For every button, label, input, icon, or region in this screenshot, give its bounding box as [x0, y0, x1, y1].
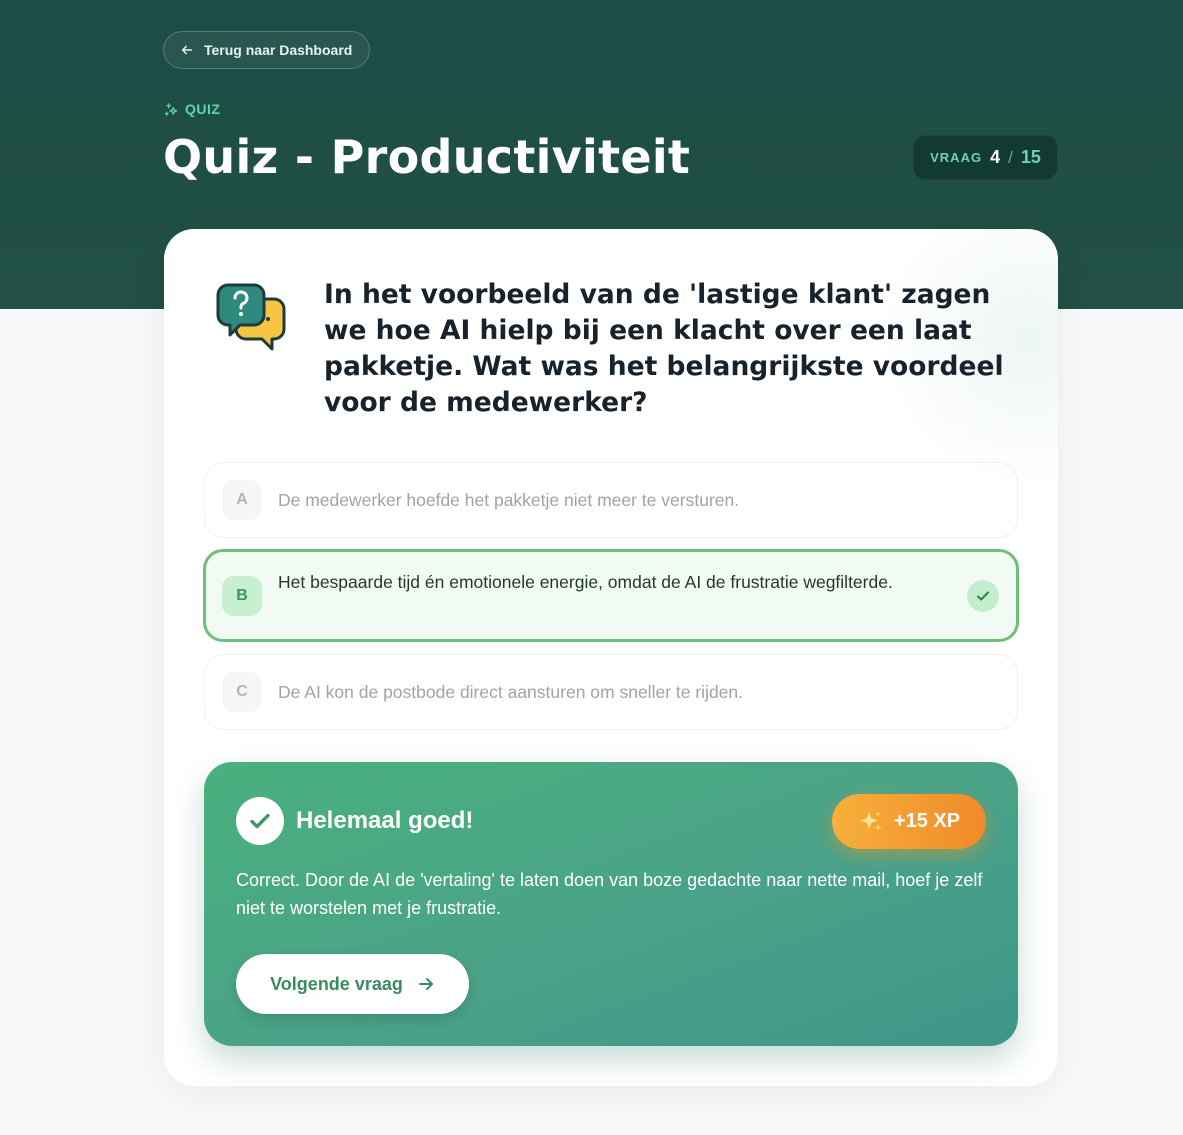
sparkle-icon [860, 811, 882, 831]
option-letter: B [222, 575, 262, 616]
xp-label: +15 XP [893, 810, 961, 832]
chat-question-icon [216, 283, 286, 351]
back-button-label: Terug naar Dashboard [204, 42, 353, 58]
back-to-dashboard-button[interactable]: Terug naar Dashboard [163, 31, 370, 69]
page-title: Quiz - Productiviteit [163, 130, 691, 184]
counter-current: 4 [990, 147, 1001, 167]
counter-separator: / [1008, 147, 1013, 167]
check-icon [250, 813, 270, 829]
counter-total: 15 [1020, 147, 1041, 167]
eyebrow-label: QUIZ [185, 101, 221, 117]
answer-option-a[interactable]: A De medewerker hoefde het pakketje niet… [204, 462, 1018, 538]
xp-badge: +15 XP [832, 794, 986, 849]
question-text: In het voorbeeld van de 'lastige klant' … [324, 279, 1004, 418]
question-counter: VRAAG 4 / 15 [913, 135, 1058, 180]
next-question-button[interactable]: Volgende vraag [236, 954, 469, 1014]
option-text: De AI kon de postbode direct aansturen o… [278, 682, 743, 702]
next-button-label: Volgende vraag [270, 973, 403, 994]
quiz-eyebrow: QUIZ [163, 101, 220, 117]
result-explanation: Correct. Door de AI de 'vertaling' te la… [236, 870, 983, 918]
arrow-left-icon [181, 45, 193, 55]
arrow-right-icon [418, 978, 433, 990]
option-text: Het bespaarde tijd én emotionele energie… [278, 572, 893, 592]
correct-check-badge [967, 579, 999, 612]
option-letter: A [222, 480, 262, 520]
counter-label: VRAAG [930, 150, 983, 165]
option-text: De medewerker hoefde het pakketje niet m… [278, 490, 740, 510]
sparkles-icon [164, 102, 178, 116]
option-letter: C [222, 672, 262, 712]
answer-option-c[interactable]: C De AI kon de postbode direct aansturen… [204, 654, 1018, 730]
answer-option-b[interactable]: B Het bespaarde tijd én emotionele energ… [203, 549, 1019, 642]
result-title: Helemaal goed! [296, 807, 474, 834]
quiz-card: In het voorbeeld van de 'lastige klant' … [164, 229, 1058, 1086]
result-check-badge [236, 797, 284, 845]
check-icon [976, 590, 990, 601]
result-panel: Helemaal goed! +15 XP Correct. Door de A… [204, 762, 1018, 1046]
